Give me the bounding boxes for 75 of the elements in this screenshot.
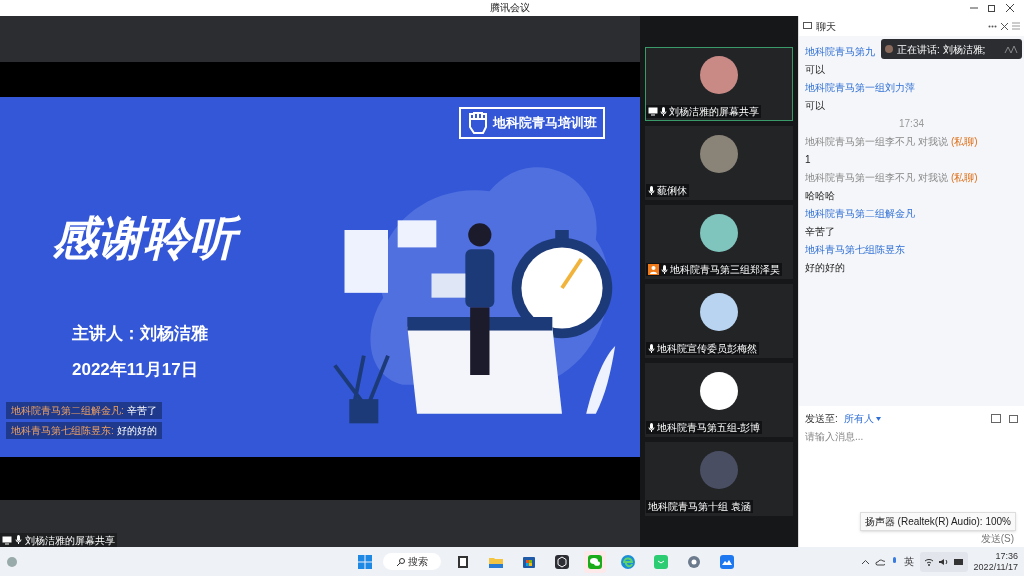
message-input-field[interactable]: 请输入消息... xyxy=(805,429,1018,444)
participant-name: 地科院青马第五组-彭博 xyxy=(657,421,761,435)
participant-tile[interactable]: 地科院青马第十组 袁涵 xyxy=(645,442,793,516)
screen-share-icon xyxy=(648,107,658,116)
chat-title: 聊天 xyxy=(816,19,836,34)
participant-tile[interactable]: 藐俐休 xyxy=(645,126,793,200)
recipient-label: 对我说 xyxy=(918,135,948,149)
caret-icon xyxy=(875,416,881,421)
message-text: 1 xyxy=(805,153,812,167)
sender-name: 地科院青马第一组李不凡 xyxy=(805,135,915,149)
timestamp: 17:34 xyxy=(899,117,924,131)
message-text: 哈哈哈 xyxy=(805,189,836,203)
send-button[interactable]: 发送(S) xyxy=(976,531,1018,546)
participant-name: 地科院青马第十组 袁涵 xyxy=(648,500,751,514)
file-icon xyxy=(455,553,471,570)
settings-icon xyxy=(686,553,702,570)
participant-name: 地科院青马第三组郑泽昊 xyxy=(670,263,780,277)
sender-name: 地科青马第七组陈昱东 xyxy=(805,243,905,257)
message-text: 可以 xyxy=(805,63,826,77)
share-label-text: 刘杨洁雅的屏幕共享 xyxy=(25,533,115,548)
restore-icon[interactable] xyxy=(988,4,996,12)
window-title: 腾讯会议 xyxy=(490,1,530,15)
sender-name: 地科院青马第九 xyxy=(805,45,875,59)
participant-name: 地科院宣传委员彭梅然 xyxy=(657,342,757,356)
participant-name: 藐俐休 xyxy=(657,184,687,198)
speaker-name: 主讲人：刘杨洁雅 xyxy=(72,323,209,345)
chat-icon xyxy=(803,22,812,30)
fist-icon xyxy=(467,111,489,135)
chat-bubble-icon xyxy=(587,553,603,570)
cube-icon xyxy=(554,553,570,570)
minimize-icon[interactable] xyxy=(970,4,978,12)
private-tag: (私聊) xyxy=(951,170,978,185)
message-icon xyxy=(653,553,669,570)
close-icon[interactable] xyxy=(1006,4,1014,12)
close-icon[interactable] xyxy=(1001,22,1008,30)
slide-date: 2022年11月17日 xyxy=(72,358,199,381)
private-tag: (私聊) xyxy=(951,134,978,149)
chevron-up-icon[interactable] xyxy=(861,559,869,564)
sender-name: 地科院青马第一组李不凡 xyxy=(805,171,915,185)
battery-icon[interactable] xyxy=(953,557,964,566)
participant-tile[interactable]: 地科院宣传委员彭梅然 xyxy=(645,284,793,358)
message-text: 可以 xyxy=(805,99,826,113)
send-to-label: 发送至: xyxy=(805,412,838,426)
sound-wave-icon xyxy=(1004,44,1018,54)
recipient-dropdown[interactable]: 所有人 xyxy=(843,411,881,426)
chat-overlay-message: 地科院青马第二组解金凡: 辛苦了 xyxy=(6,402,162,419)
cloud-icon[interactable] xyxy=(874,557,885,566)
sender-name: 地科院青马第二组解金凡 xyxy=(805,207,915,221)
speaking-text: 正在讲话: 刘杨洁雅; xyxy=(897,42,986,57)
input-method[interactable]: 英 xyxy=(903,554,914,569)
participant-tile[interactable]: 地科院青马第五组-彭博 xyxy=(645,363,793,437)
person-icon xyxy=(648,264,659,275)
recipient-label: 对我说 xyxy=(918,171,948,185)
clock-time: 17:36 xyxy=(995,550,1018,562)
avatar xyxy=(885,45,893,53)
search-icon xyxy=(396,557,405,566)
participant-tile[interactable]: 刘杨洁雅的屏幕共享 xyxy=(645,47,793,121)
participant-name: 刘杨洁雅的屏幕共享 xyxy=(669,105,759,119)
start-icon[interactable] xyxy=(358,554,372,569)
chat-overlay-message: 地科青马第七组陈昱东: 好的好的 xyxy=(6,422,162,439)
message-text: 辛苦了 xyxy=(805,225,836,239)
slide-heading: 感谢聆听 xyxy=(52,215,320,261)
message-text: 好的好的 xyxy=(805,261,846,275)
meeting-icon xyxy=(719,553,735,570)
screen-share-icon xyxy=(2,535,12,545)
volume-tooltip: 扬声器 (Realtek(R) Audio): 100% xyxy=(859,512,1016,531)
speaker-icon[interactable] xyxy=(938,557,949,566)
wifi-icon[interactable] xyxy=(923,557,934,566)
clock-date: 2022/11/17 xyxy=(973,561,1018,573)
participant-tile[interactable]: 地科院青马第三组郑泽昊 xyxy=(645,205,793,279)
search-field[interactable]: 搜索 xyxy=(383,553,441,570)
sender-name: 地科院青马第一组刘力萍 xyxy=(805,81,915,95)
browser-icon xyxy=(620,553,636,570)
more-icon[interactable] xyxy=(988,24,997,28)
title-badge: 地科院青马培训班 xyxy=(459,107,605,139)
